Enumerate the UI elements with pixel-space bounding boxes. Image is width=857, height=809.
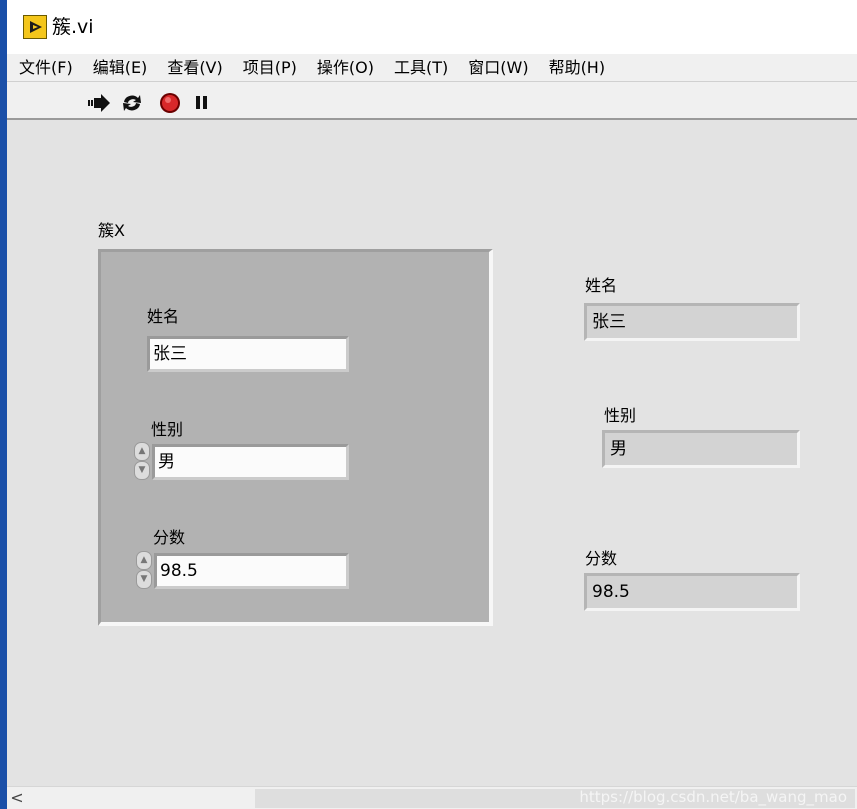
window-title: 簇.vi bbox=[52, 16, 94, 38]
front-panel: 簇X 姓名 张三 性别 ▲ ▼ 男 分数 ▲ ▼ 98.5 姓名 张三 性别 男… bbox=[7, 122, 857, 786]
indicator-name-display: 张三 bbox=[584, 303, 800, 341]
decrement-arrow-icon[interactable]: ▼ bbox=[136, 570, 152, 589]
menu-project[interactable]: 项目(P) bbox=[233, 54, 307, 81]
abort-stop-icon[interactable] bbox=[158, 92, 180, 114]
indicator-name-label: 姓名 bbox=[585, 276, 618, 295]
run-continuously-icon[interactable] bbox=[120, 92, 142, 114]
pause-icon[interactable] bbox=[194, 92, 216, 114]
cluster-name-input[interactable]: 张三 bbox=[147, 336, 349, 372]
cluster-control: 姓名 张三 性别 ▲ ▼ 男 分数 ▲ ▼ 98.5 bbox=[98, 249, 493, 626]
menu-view[interactable]: 查看(V) bbox=[157, 54, 232, 81]
watermark: https://blog.csdn.net/ba_wang_mao bbox=[579, 788, 847, 806]
cluster-name-label: 姓名 bbox=[147, 307, 180, 326]
menu-help[interactable]: 帮助(H) bbox=[539, 54, 616, 81]
menu-window[interactable]: 窗口(W) bbox=[458, 54, 538, 81]
vi-window: 簇.vi 文件(F) 编辑(E) 查看(V) 项目(P) 操作(O) 工具(T)… bbox=[7, 0, 857, 809]
toolbar bbox=[7, 81, 857, 120]
labview-vi-icon bbox=[23, 15, 47, 39]
menu-bar: 文件(F) 编辑(E) 查看(V) 项目(P) 操作(O) 工具(T) 窗口(W… bbox=[7, 54, 857, 81]
gender-ring-spinner[interactable]: ▲ ▼ bbox=[134, 442, 150, 480]
score-numeric-spinner[interactable]: ▲ ▼ bbox=[136, 551, 152, 589]
indicator-gender-label: 性别 bbox=[604, 406, 637, 425]
menu-file[interactable]: 文件(F) bbox=[7, 54, 83, 81]
increment-arrow-icon[interactable]: ▲ bbox=[134, 442, 150, 461]
cluster-score-input[interactable]: 98.5 bbox=[154, 553, 349, 589]
cluster-label: 簇X bbox=[98, 221, 125, 240]
decrement-arrow-icon[interactable]: ▼ bbox=[134, 461, 150, 480]
menu-tools[interactable]: 工具(T) bbox=[384, 54, 458, 81]
indicator-score-label: 分数 bbox=[585, 549, 618, 568]
cluster-gender-label: 性别 bbox=[151, 420, 184, 439]
cluster-score-label: 分数 bbox=[153, 528, 186, 547]
menu-edit[interactable]: 编辑(E) bbox=[83, 54, 158, 81]
indicator-score-display: 98.5 bbox=[584, 573, 800, 611]
increment-arrow-icon[interactable]: ▲ bbox=[136, 551, 152, 570]
scroll-left-arrow-icon[interactable]: < bbox=[7, 787, 27, 809]
run-arrow-icon[interactable] bbox=[87, 92, 110, 114]
indicator-gender-display: 男 bbox=[602, 430, 800, 468]
cluster-gender-input[interactable]: 男 bbox=[152, 444, 349, 480]
menu-operate[interactable]: 操作(O) bbox=[307, 54, 384, 81]
title-bar: 簇.vi bbox=[7, 0, 857, 54]
